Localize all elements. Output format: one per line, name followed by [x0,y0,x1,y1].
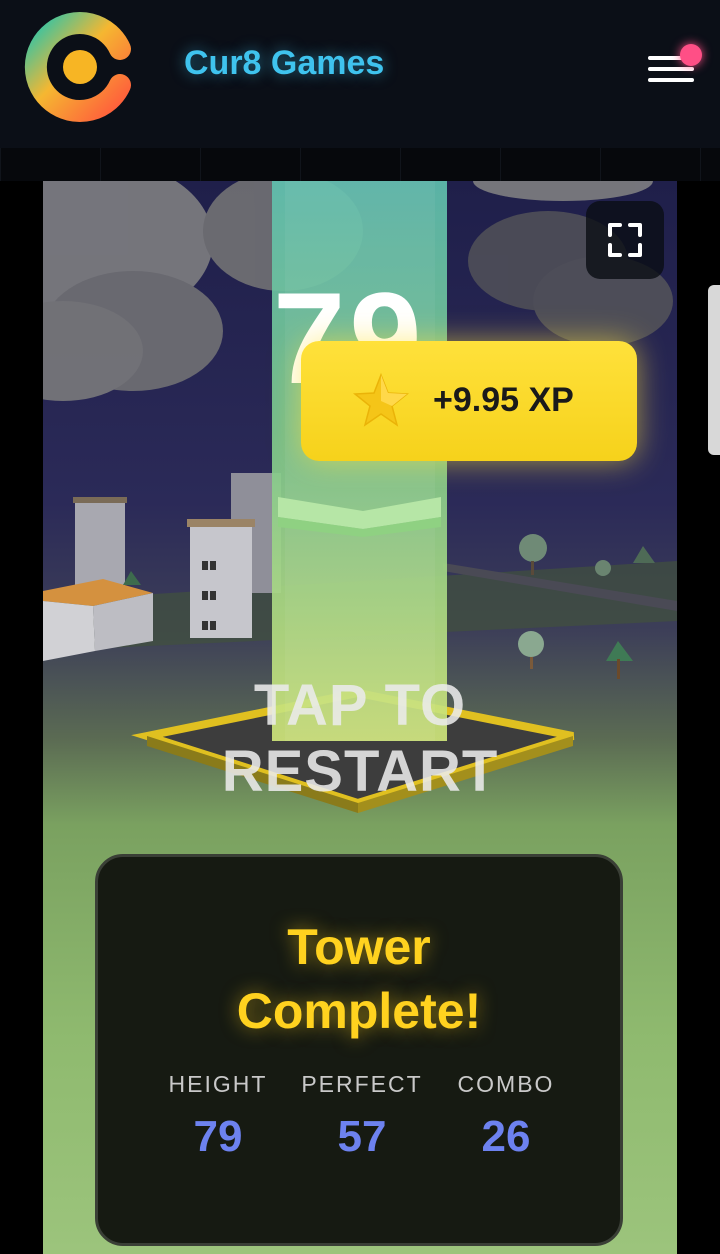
restart-line-2: RESTART [221,739,499,804]
stat-combo: COMBO 26 [436,1071,576,1162]
title-line-2: Complete! [236,983,482,1039]
header-divider [0,148,720,181]
title-line-1: Tower [287,919,431,975]
stat-height: HEIGHT 79 [148,1071,288,1162]
side-drawer-handle[interactable] [708,285,720,455]
top-navbar: Cur8 Games [0,0,720,149]
fullscreen-button[interactable] [586,201,664,279]
fullscreen-icon [608,223,642,257]
stat-value: 57 [337,1112,387,1161]
hamburger-menu-button[interactable] [640,44,702,88]
game-canvas[interactable]: 79 +9.95 XP TAP TO RESTART Tower Complet… [43,181,677,1254]
stat-value: 26 [481,1112,531,1161]
stat-value: 79 [193,1112,243,1161]
cur8-logo-icon[interactable] [24,11,136,123]
stat-label: COMBO [457,1071,555,1097]
notification-dot [680,44,702,66]
stat-label: HEIGHT [168,1071,268,1097]
xp-amount: +9.95 XP [433,381,574,419]
menu-bar-icon [648,78,694,82]
tap-to-restart-button[interactable]: TAP TO RESTART [43,673,677,805]
stat-perfect: PERFECT 57 [292,1071,432,1162]
xp-reward-toast: +9.95 XP [301,341,637,461]
results-title: Tower Complete! [98,915,620,1043]
stat-label: PERFECT [301,1071,423,1097]
star-icon [352,372,410,427]
results-card: Tower Complete! HEIGHT 79 PERFECT 57 COM… [95,854,623,1246]
brand-name[interactable]: Cur8 Games [184,44,384,83]
restart-line-1: TAP TO [253,673,467,738]
menu-bar-icon [648,67,694,71]
